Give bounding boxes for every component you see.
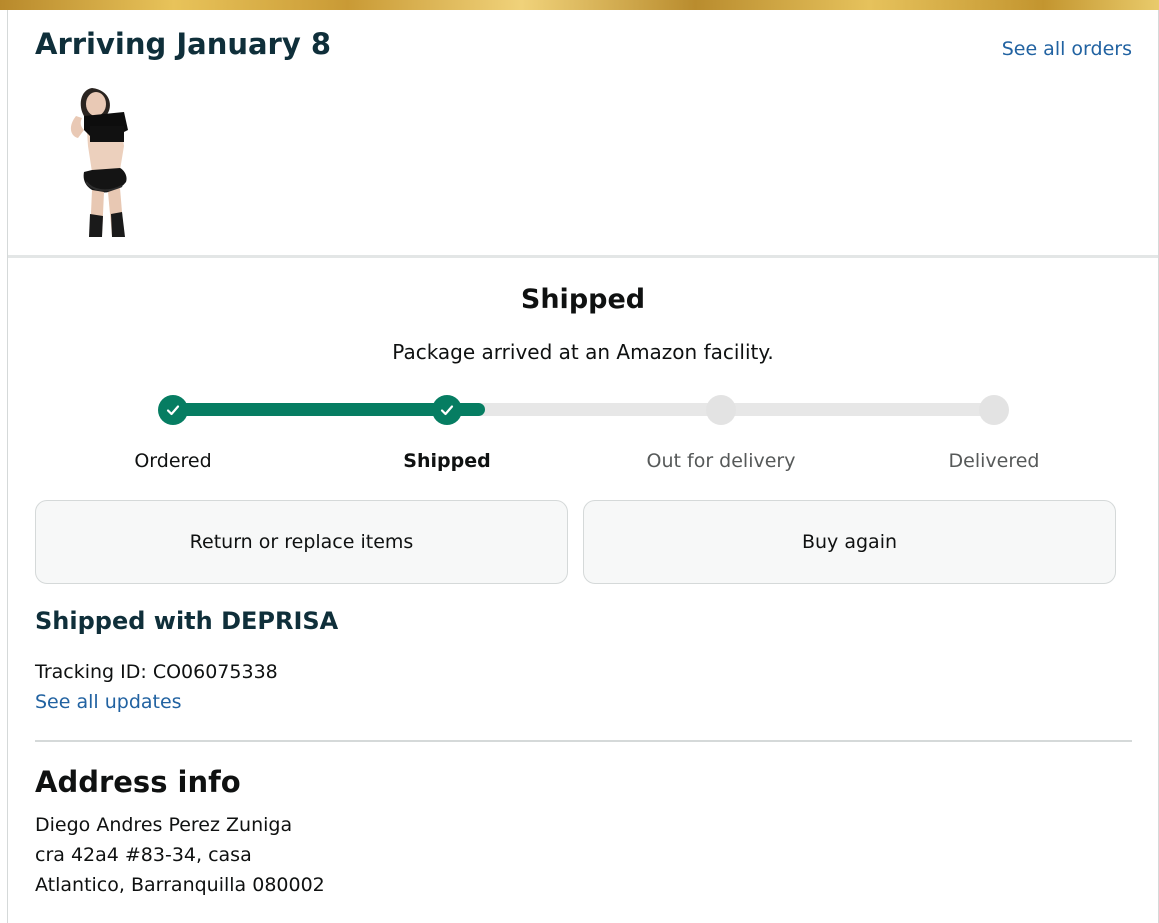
return-or-replace-button[interactable]: Return or replace items: [35, 500, 568, 584]
step-label-shipped: Shipped: [403, 450, 491, 472]
buy-again-button[interactable]: Buy again: [583, 500, 1116, 584]
see-all-updates-link[interactable]: See all updates: [35, 691, 182, 713]
arrival-heading: Arriving January 8: [35, 27, 332, 61]
address-city: Atlantico, Barranquilla 080002: [35, 874, 325, 896]
decorative-gold-banner: [0, 0, 1159, 10]
address-heading: Address info: [35, 765, 241, 799]
section-divider: [8, 255, 1158, 258]
step-label-delivered: Delivered: [948, 450, 1040, 472]
tracking-id: Tracking ID: CO06075338: [35, 661, 278, 683]
checkmark-icon: [440, 405, 454, 416]
step-ordered-dot: [158, 395, 188, 425]
delivery-progress-tracker: [8, 390, 1158, 430]
step-label-out-for-delivery: Out for delivery: [646, 450, 796, 472]
step-out-for-delivery-dot: [706, 395, 736, 425]
address-name: Diego Andres Perez Zuniga: [35, 814, 293, 836]
carrier-heading: Shipped with DEPRISA: [35, 607, 339, 635]
product-thumbnail[interactable]: [62, 86, 148, 237]
order-tracking-card: Arriving January 8 See all orders Shippe…: [7, 10, 1159, 923]
step-shipped-dot: [432, 395, 462, 425]
section-divider: [35, 740, 1132, 742]
shipment-status-message: Package arrived at an Amazon facility.: [392, 340, 774, 364]
address-street: cra 42a4 #83-34, casa: [35, 844, 252, 866]
checkmark-icon: [166, 405, 180, 416]
see-all-orders-link[interactable]: See all orders: [1002, 38, 1132, 60]
shipment-status-title: Shipped: [520, 284, 646, 315]
step-delivered-dot: [979, 395, 1009, 425]
product-image: [70, 88, 128, 237]
step-label-ordered: Ordered: [134, 450, 212, 472]
